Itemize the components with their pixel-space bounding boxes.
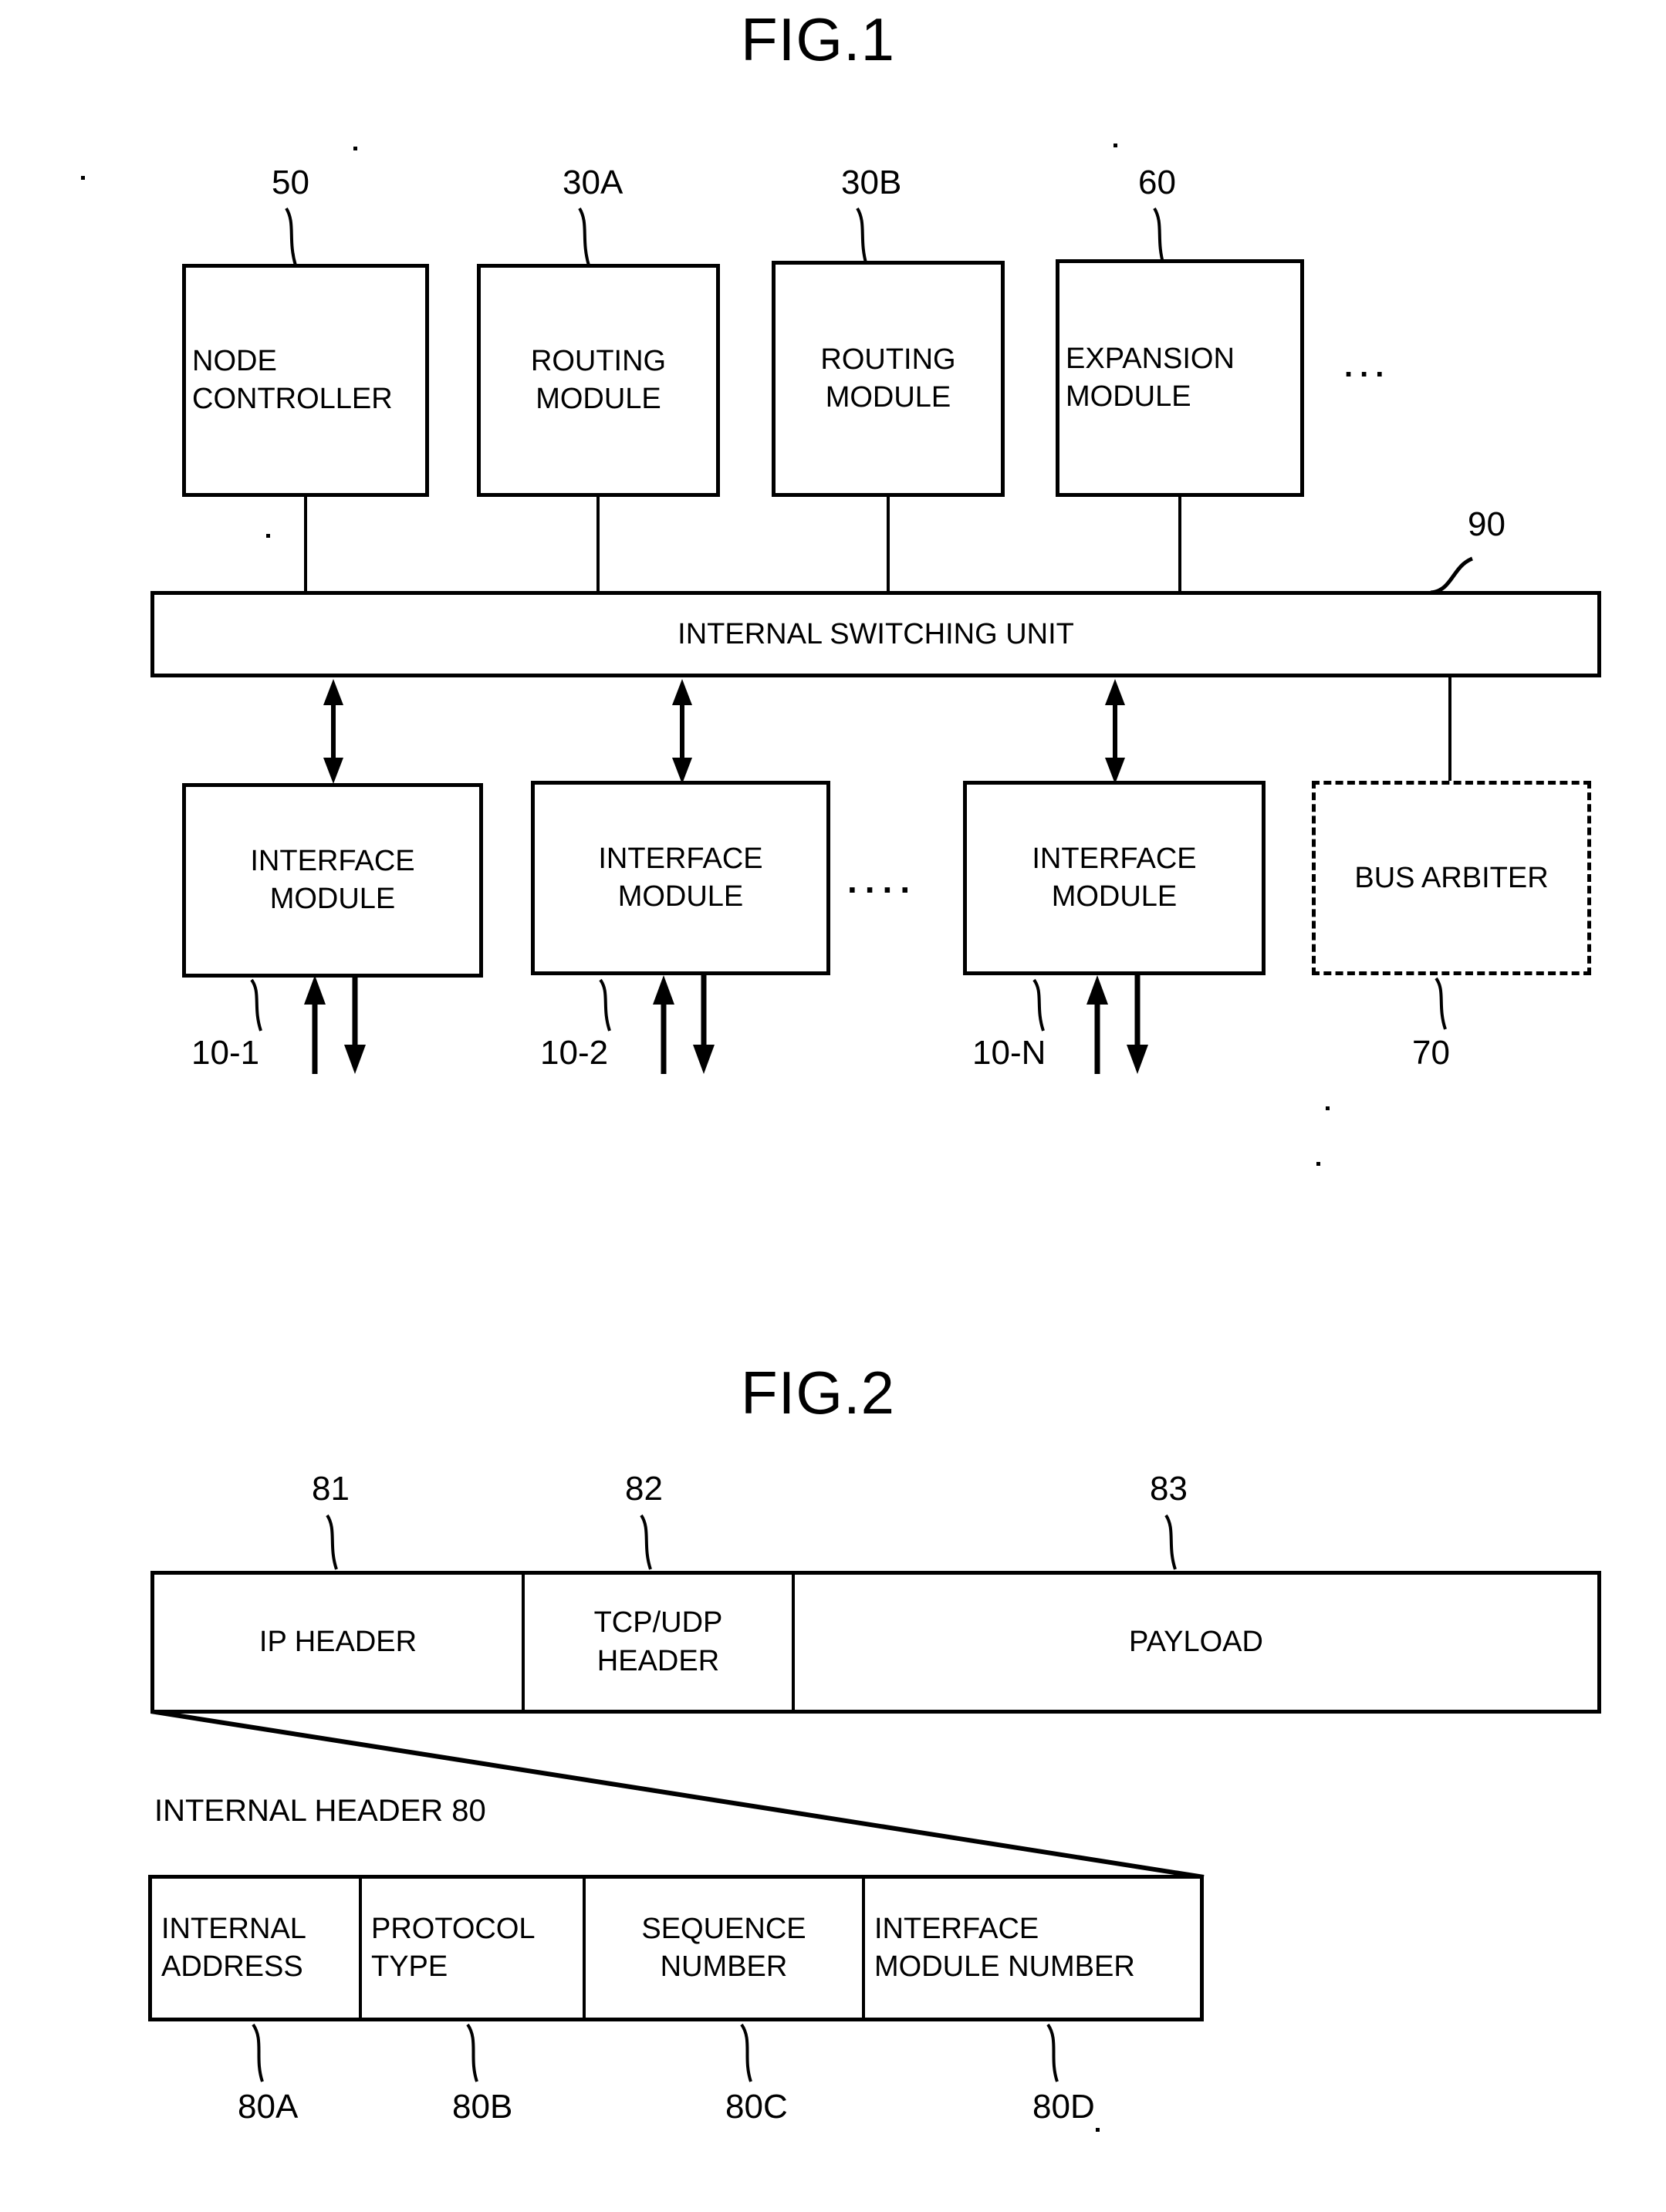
connector-bus-arbiter — [1448, 677, 1451, 785]
ref-10-N: 10-N — [972, 1034, 1046, 1072]
interface-module-1-label: INTERFACE MODULE — [250, 845, 415, 915]
ref-10-2: 10-2 — [540, 1034, 609, 1072]
module-routing-b-label: ROUTING MODULE — [820, 343, 956, 414]
leader-line-50 — [282, 207, 313, 267]
figure-1-title: FIG.1 — [741, 5, 896, 73]
internal-header-field-protocol-type[interactable]: PROTOCOL TYPE — [362, 1879, 586, 2018]
interface-module-2[interactable]: INTERFACE MODULE — [531, 781, 830, 975]
internal-header-caption: INTERNAL HEADER 80 — [154, 1794, 486, 1828]
leader-line-82 — [637, 1514, 664, 1571]
internal-switching-unit-label: INTERNAL SWITCHING UNIT — [678, 617, 1074, 650]
patent-figure-page: FIG.1 50 30A 30B 60 NODE CONTROLLER ROUT… — [0, 0, 1666, 2212]
bidirectional-arrow-im1 — [319, 679, 346, 784]
packet-row: IP HEADER TCP/UDP HEADER PAYLOAD — [150, 1571, 1601, 1714]
bidirectional-arrow-imn — [1101, 679, 1127, 784]
ref-82: 82 — [625, 1470, 663, 1508]
leader-line-10-1 — [247, 978, 275, 1032]
interface-module-n-label: INTERFACE MODULE — [1032, 843, 1197, 913]
bus-arbiter-label: BUS ARBITER — [1354, 861, 1549, 894]
scan-speck — [1096, 2128, 1100, 2132]
module-routing-a[interactable]: ROUTING MODULE — [477, 264, 720, 497]
leader-line-80A — [248, 2023, 276, 2083]
connector-node-controller — [304, 497, 307, 593]
packet-field-tcp-udp-header[interactable]: TCP/UDP HEADER — [525, 1575, 795, 1710]
ref-83: 83 — [1150, 1470, 1188, 1508]
leader-line-80C — [737, 2023, 765, 2083]
ref-70: 70 — [1412, 1034, 1450, 1072]
io-arrows-im1 — [301, 975, 386, 1074]
interface-module-2-label: INTERFACE MODULE — [598, 843, 763, 913]
connector-routing-b — [887, 497, 890, 593]
leader-line-80B — [463, 2023, 491, 2083]
module-node-controller[interactable]: NODE CONTROLLER — [182, 264, 429, 497]
scan-speck — [353, 147, 357, 150]
internal-header-row: INTERNAL ADDRESS PROTOCOL TYPE SEQUENCE … — [148, 1875, 1204, 2021]
leader-line-30A — [575, 207, 606, 267]
ref-80A: 80A — [238, 2088, 299, 2126]
interface-row-ellipsis: .... — [847, 860, 918, 900]
scan-speck — [81, 176, 85, 180]
leader-line-10-N — [1029, 978, 1057, 1032]
ref-90: 90 — [1468, 505, 1505, 543]
io-arrows-im2 — [650, 975, 735, 1074]
internal-header-field-sequence-number[interactable]: SEQUENCE NUMBER — [586, 1879, 865, 2018]
leader-line-70 — [1431, 977, 1459, 1031]
scan-speck — [1316, 1162, 1320, 1166]
ref-10-1: 10-1 — [191, 1034, 260, 1072]
ref-80C: 80C — [725, 2088, 788, 2126]
connector-expansion — [1178, 497, 1181, 593]
ref-81: 81 — [312, 1470, 350, 1508]
connector-routing-a — [596, 497, 600, 593]
internal-switching-unit[interactable]: INTERNAL SWITCHING UNIT — [150, 591, 1601, 677]
module-routing-b[interactable]: ROUTING MODULE — [772, 261, 1005, 497]
module-routing-a-label: ROUTING MODULE — [530, 345, 667, 415]
ref-50: 50 — [272, 164, 309, 201]
leader-line-90 — [1429, 552, 1491, 596]
leader-line-10-2 — [596, 978, 623, 1032]
scan-speck — [1326, 1106, 1330, 1110]
bidirectional-arrow-im2 — [668, 679, 694, 784]
packet-field-payload[interactable]: PAYLOAD — [795, 1575, 1597, 1710]
scan-speck — [266, 534, 270, 538]
internal-header-field-interface-module-number[interactable]: INTERFACE MODULE NUMBER — [865, 1879, 1200, 2018]
leader-line-60 — [1150, 207, 1181, 267]
module-expansion[interactable]: EXPANSION MODULE — [1056, 259, 1304, 497]
ref-30B: 30B — [841, 164, 902, 201]
interface-module-n[interactable]: INTERFACE MODULE — [963, 781, 1266, 975]
top-row-ellipsis: ... — [1344, 350, 1391, 383]
module-node-controller-label: NODE CONTROLLER — [192, 345, 393, 415]
internal-header-field-internal-address[interactable]: INTERNAL ADDRESS — [152, 1879, 362, 2018]
ref-80B: 80B — [452, 2088, 513, 2126]
scan-speck — [1113, 144, 1117, 147]
leader-line-80D — [1043, 2023, 1071, 2083]
leader-line-81 — [323, 1514, 350, 1571]
interface-module-1[interactable]: INTERFACE MODULE — [182, 783, 483, 978]
leader-line-83 — [1161, 1514, 1189, 1571]
figure-2-title: FIG.2 — [741, 1359, 896, 1427]
bus-arbiter[interactable]: BUS ARBITER — [1312, 781, 1591, 975]
module-expansion-label: EXPANSION MODULE — [1066, 343, 1235, 413]
ref-80D: 80D — [1032, 2088, 1095, 2126]
io-arrows-imn — [1083, 975, 1168, 1074]
ref-30A: 30A — [563, 164, 623, 201]
ref-60: 60 — [1138, 164, 1176, 201]
packet-field-ip-header[interactable]: IP HEADER — [154, 1575, 525, 1710]
leader-line-30B — [853, 207, 884, 267]
